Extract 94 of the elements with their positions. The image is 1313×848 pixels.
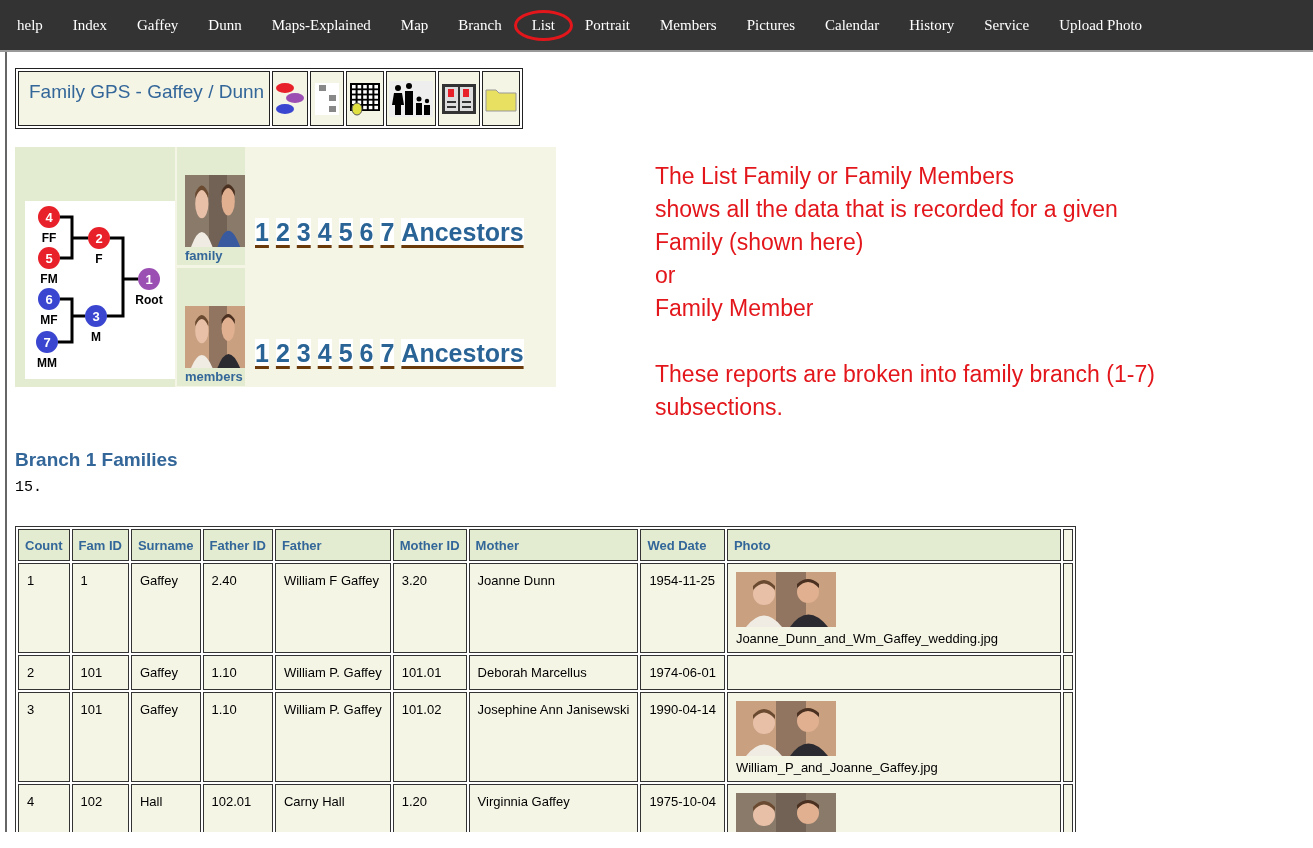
table-cell: 2 [18,655,70,690]
site-title-link[interactable]: Family GPS - Gaffey / Dunn [18,71,270,126]
table-cell: Gaffey [130,563,201,653]
table-cell: 1 [71,563,129,653]
table-cell: Gaffey [130,692,201,782]
photo-caption[interactable]: family [185,247,245,265]
table-cell: 4 [18,784,70,832]
section-title: Branch 1 Families [15,449,179,471]
node-label: FM [40,272,58,286]
node-label: FF [41,231,57,245]
node-number: 3 [92,309,100,324]
table-cell: 3.20 [392,563,467,653]
table-cell: 1.10 [202,655,273,690]
toolbar-button[interactable] [310,71,344,126]
column-header: Surname [130,529,201,561]
node-number: 5 [45,251,53,266]
generation-link[interactable]: Ancestors [401,218,524,247]
column-header: Photo [726,529,1061,561]
table-cell: Gaffey [130,655,201,690]
column-header: Wed Date [640,529,725,561]
table-cell: Josephine Ann Janisewski [468,692,639,782]
table-cell: 1974-06-01 [640,655,725,690]
generation-link[interactable]: 6 [359,218,374,247]
table-cell: 102 [71,784,129,832]
node-label: MF [40,313,58,327]
table-cell: Carny Hall [274,784,391,832]
toolbar-button[interactable] [438,71,480,126]
toolbar-button[interactable] [386,71,436,126]
table-cell: Virginnia Gaffey [468,784,639,832]
photo-caption[interactable]: members [185,368,245,386]
table-cell: Hall [130,784,201,832]
connector-line [56,297,87,344]
node-number: 2 [95,231,103,246]
family-figures-icon [389,80,433,117]
annotation-text: These reports are broken into family branch (1-7) subsections. [655,360,1155,422]
column-header: Father ID [202,529,273,561]
generation-link[interactable]: 3 [296,218,311,247]
generation-link[interactable]: 4 [317,339,332,368]
generation-link[interactable]: 2 [275,339,290,368]
node-number: 7 [43,335,51,350]
photo-filename: William_P_and_Joanne_Gaffey.jpg [735,760,939,775]
generation-link[interactable]: 7 [380,339,395,368]
node-label: MM [37,356,57,370]
generation-link[interactable]: 4 [317,218,332,247]
table-cell: William F Gaffey [274,563,391,653]
table-cell: William P. Gaffey [274,655,391,690]
table-cell: 102.01 [202,784,273,832]
table-cell: 2.40 [202,563,273,653]
tree-view-icon [313,80,341,117]
table-cell: Deborah Marcellus [468,655,639,690]
column-header: Mother ID [392,529,467,561]
table-cell: 1.10 [202,692,273,782]
calendar-grid-icon [349,80,381,117]
numbered-board-icon [441,82,477,115]
table-cell: 101 [71,655,129,690]
generation-link[interactable]: Ancestors [401,339,524,368]
generation-link[interactable]: 5 [338,218,353,247]
colored-ovals-icon [275,80,305,117]
generation-link[interactable]: 1 [255,339,269,368]
family-count: 15. [15,479,43,496]
node-label: Root [135,293,163,307]
node-number: 6 [45,292,53,307]
column-header: Father [274,529,391,561]
table-cell: 1975-10-04 [640,784,725,832]
connector-line [58,215,90,260]
toolbar-button[interactable] [346,71,384,126]
annotation-text: The List Family or Family Members shows all the data that is recorded for a given Family (shown here) or Family Member [655,162,1119,323]
generation-link[interactable]: 6 [359,339,374,368]
table-cell: 101 [71,692,129,782]
table-cell: 1954-11-25 [640,563,725,653]
column-header: Mother [468,529,639,561]
toolbar-button[interactable] [272,71,308,126]
node-label: M [91,330,101,344]
node-number: 4 [45,210,53,225]
node-number: 1 [145,272,153,287]
nav-link[interactable]: List [513,9,573,41]
generation-link[interactable]: 3 [296,339,311,368]
column-header: Fam ID [71,529,129,561]
table-cell: Joanne Dunn [468,563,639,653]
node-label: F [95,252,103,266]
photo-filename: Joanne_Dunn_and_Wm_Gaffey_wedding.jpg [735,631,999,646]
table-cell: 1 [18,563,70,653]
generation-link[interactable]: 1 [255,218,269,247]
table-cell: 1.20 [392,784,467,832]
column-header: Count [18,529,70,561]
table-cell: 101.02 [392,692,467,782]
table-cell: 3 [18,692,70,782]
generation-link[interactable]: 5 [338,339,353,368]
table-cell: 1990-04-14 [640,692,725,782]
table-cell: 101.01 [392,655,467,690]
generation-link[interactable]: 7 [380,218,395,247]
generation-link[interactable]: 2 [275,218,290,247]
toolbar-button[interactable] [482,71,520,126]
table-cell: William P. Gaffey [274,692,391,782]
